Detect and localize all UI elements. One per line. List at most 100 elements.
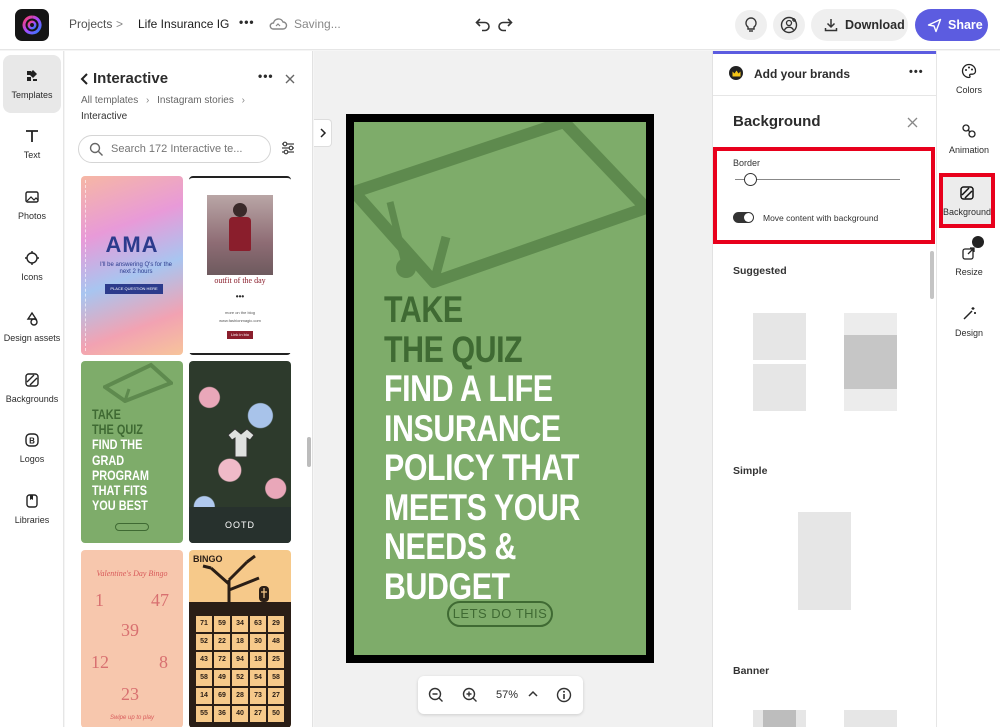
grad-line: PROGRAM <box>92 466 150 483</box>
rail-text[interactable]: Text <box>3 115 61 173</box>
undo-icon[interactable] <box>474 15 492 33</box>
template-floral-ootd[interactable]: OOTD <box>189 361 291 543</box>
ootd-label: OOTD <box>189 507 291 543</box>
rail-templates[interactable]: Templates <box>3 55 61 113</box>
valentine-number: 12 <box>91 652 109 672</box>
breadcrumb-chevron: › <box>241 95 245 106</box>
panel-title: Interactive <box>93 70 169 87</box>
outfit-line1: more on the blog <box>224 310 256 315</box>
zoom-toolbar: 57% <box>418 676 583 714</box>
rail-backgrounds[interactable]: Backgrounds <box>3 359 61 417</box>
zoom-level[interactable]: 57% <box>496 689 518 701</box>
panel-scrollbar[interactable] <box>307 437 311 467</box>
poster-background: TAKE THE QUIZ FIND A LIFE INSURANCE POLI… <box>354 122 646 655</box>
search-input[interactable] <box>111 141 261 157</box>
share-button[interactable]: Share <box>915 9 988 41</box>
template-grad-quiz[interactable]: TAKE THE QUIZ FIND THE GRAD PROGRAM THAT… <box>81 361 183 543</box>
back-chevron-icon[interactable] <box>79 72 89 86</box>
poster-line: POLICY THAT <box>384 447 579 488</box>
brands-more-button[interactable]: ••• <box>909 66 924 78</box>
suggested-background-split[interactable] <box>753 313 806 411</box>
rail-animation[interactable]: Animation <box>941 111 997 167</box>
bingo-cell: 73 <box>250 688 266 704</box>
panel-accent-bar <box>713 51 937 54</box>
invite-button[interactable] <box>773 10 805 40</box>
shapes-icon <box>26 311 38 326</box>
bingo-cell: 27 <box>268 688 284 704</box>
border-slider-thumb[interactable] <box>743 173 757 186</box>
zoom-in-icon[interactable] <box>462 687 478 703</box>
info-icon[interactable] <box>556 687 572 703</box>
bingo-cell: 27 <box>250 706 266 722</box>
grad-line: GRAD <box>92 451 125 468</box>
poster-cta-button[interactable]: LETS DO THIS <box>447 601 553 627</box>
close-icon[interactable] <box>284 73 296 85</box>
poster-line: MEETS YOUR <box>384 486 580 528</box>
rail-background[interactable]: Background <box>939 173 995 228</box>
bingo-cell: 18 <box>250 652 266 668</box>
rail-icons[interactable]: Icons <box>3 237 61 295</box>
simple-background-option[interactable] <box>798 512 851 610</box>
banner-option-2[interactable] <box>844 710 897 727</box>
filter-icon[interactable] <box>280 140 296 156</box>
poster-line: TAKE <box>384 289 463 330</box>
outfit-photo <box>207 195 273 275</box>
add-brands-link[interactable]: Add your brands <box>754 67 850 81</box>
download-label: Download <box>845 18 905 32</box>
bingo-cell: 43 <box>196 652 212 668</box>
breadcrumb-all-templates[interactable]: All templates <box>81 95 138 106</box>
banner-option-1[interactable] <box>753 710 806 727</box>
close-icon[interactable] <box>907 117 918 128</box>
collapse-panel-button[interactable] <box>314 119 332 147</box>
move-content-toggle[interactable] <box>733 212 754 223</box>
shirt-icon <box>227 428 255 458</box>
bingo-title: BINGO <box>193 554 223 564</box>
rail-templates-label: Templates <box>11 90 53 100</box>
left-tool-rail: Templates Text Photos Icons Design asset… <box>0 51 64 727</box>
poster-text-dark[interactable]: TAKE THE QUIZ <box>384 289 523 369</box>
download-button[interactable]: Download <box>811 9 908 41</box>
document-title[interactable]: Life Insurance IG <box>138 17 229 31</box>
border-slider-track[interactable] <box>735 179 900 180</box>
zoom-out-icon[interactable] <box>428 687 444 703</box>
redo-icon[interactable] <box>496 15 514 33</box>
rail-design-assets[interactable]: Design assets <box>3 298 61 356</box>
search-field[interactable] <box>78 135 271 163</box>
breadcrumb-projects[interactable]: Projects <box>69 17 112 31</box>
rail-design[interactable]: Design <box>941 294 997 350</box>
ideas-button[interactable] <box>735 10 767 40</box>
suggested-background-banded[interactable] <box>844 313 897 411</box>
app-logo[interactable] <box>15 9 49 41</box>
palette-icon <box>961 63 977 79</box>
background-icon <box>960 185 974 200</box>
poster-line: FIND A LIFE <box>384 368 553 409</box>
poster-text-white[interactable]: FIND A LIFE INSURANCE POLICY THAT MEETS … <box>384 369 580 606</box>
rail-colors-label: Colors <box>955 85 982 95</box>
top-bar: Projects > Life Insurance IG ••• Saving.… <box>0 0 1000 50</box>
banner-label: Banner <box>733 665 770 677</box>
valentine-number: 47 <box>151 590 169 610</box>
rail-colors[interactable]: Colors <box>941 51 997 107</box>
document-more-button[interactable]: ••• <box>239 15 255 29</box>
chevron-up-icon[interactable] <box>528 690 538 698</box>
template-halloween-bingo[interactable]: BINGO 71 59 34 63 29 52 22 18 30 48 43 72 94 18 25 58 49… <box>189 550 291 727</box>
rail-logos[interactable]: B Logos <box>3 419 61 477</box>
valentine-number: 23 <box>121 684 139 704</box>
rail-photos[interactable]: Photos <box>3 176 61 234</box>
template-ama[interactable]: AMA I'll be answering Q's for the next 2… <box>81 176 183 355</box>
valentine-number: 8 <box>159 652 168 672</box>
cloud-sync-icon <box>269 18 288 30</box>
right-panel-scrollbar[interactable] <box>930 251 934 299</box>
rail-libraries[interactable]: Libraries <box>3 480 61 538</box>
breadcrumb-current: Interactive <box>81 111 128 122</box>
template-outfit[interactable]: outfit of the day ••• more on the blog w… <box>189 176 291 355</box>
bingo-cell: 29 <box>268 616 284 632</box>
design-canvas[interactable]: TAKE THE QUIZ FIND A LIFE INSURANCE POLI… <box>346 114 654 663</box>
bingo-cell: 14 <box>196 688 212 704</box>
bingo-cell: 52 <box>196 634 212 650</box>
rail-resize[interactable]: Resize <box>941 233 997 289</box>
breadcrumb-instagram-stories[interactable]: Instagram stories <box>157 95 234 106</box>
panel-more-button[interactable]: ••• <box>258 69 274 83</box>
breadcrumb-chevron: › <box>146 95 150 106</box>
template-valentine-bingo[interactable]: Valentine's Day Bingo 1 47 39 12 8 23 Sw… <box>81 550 183 727</box>
